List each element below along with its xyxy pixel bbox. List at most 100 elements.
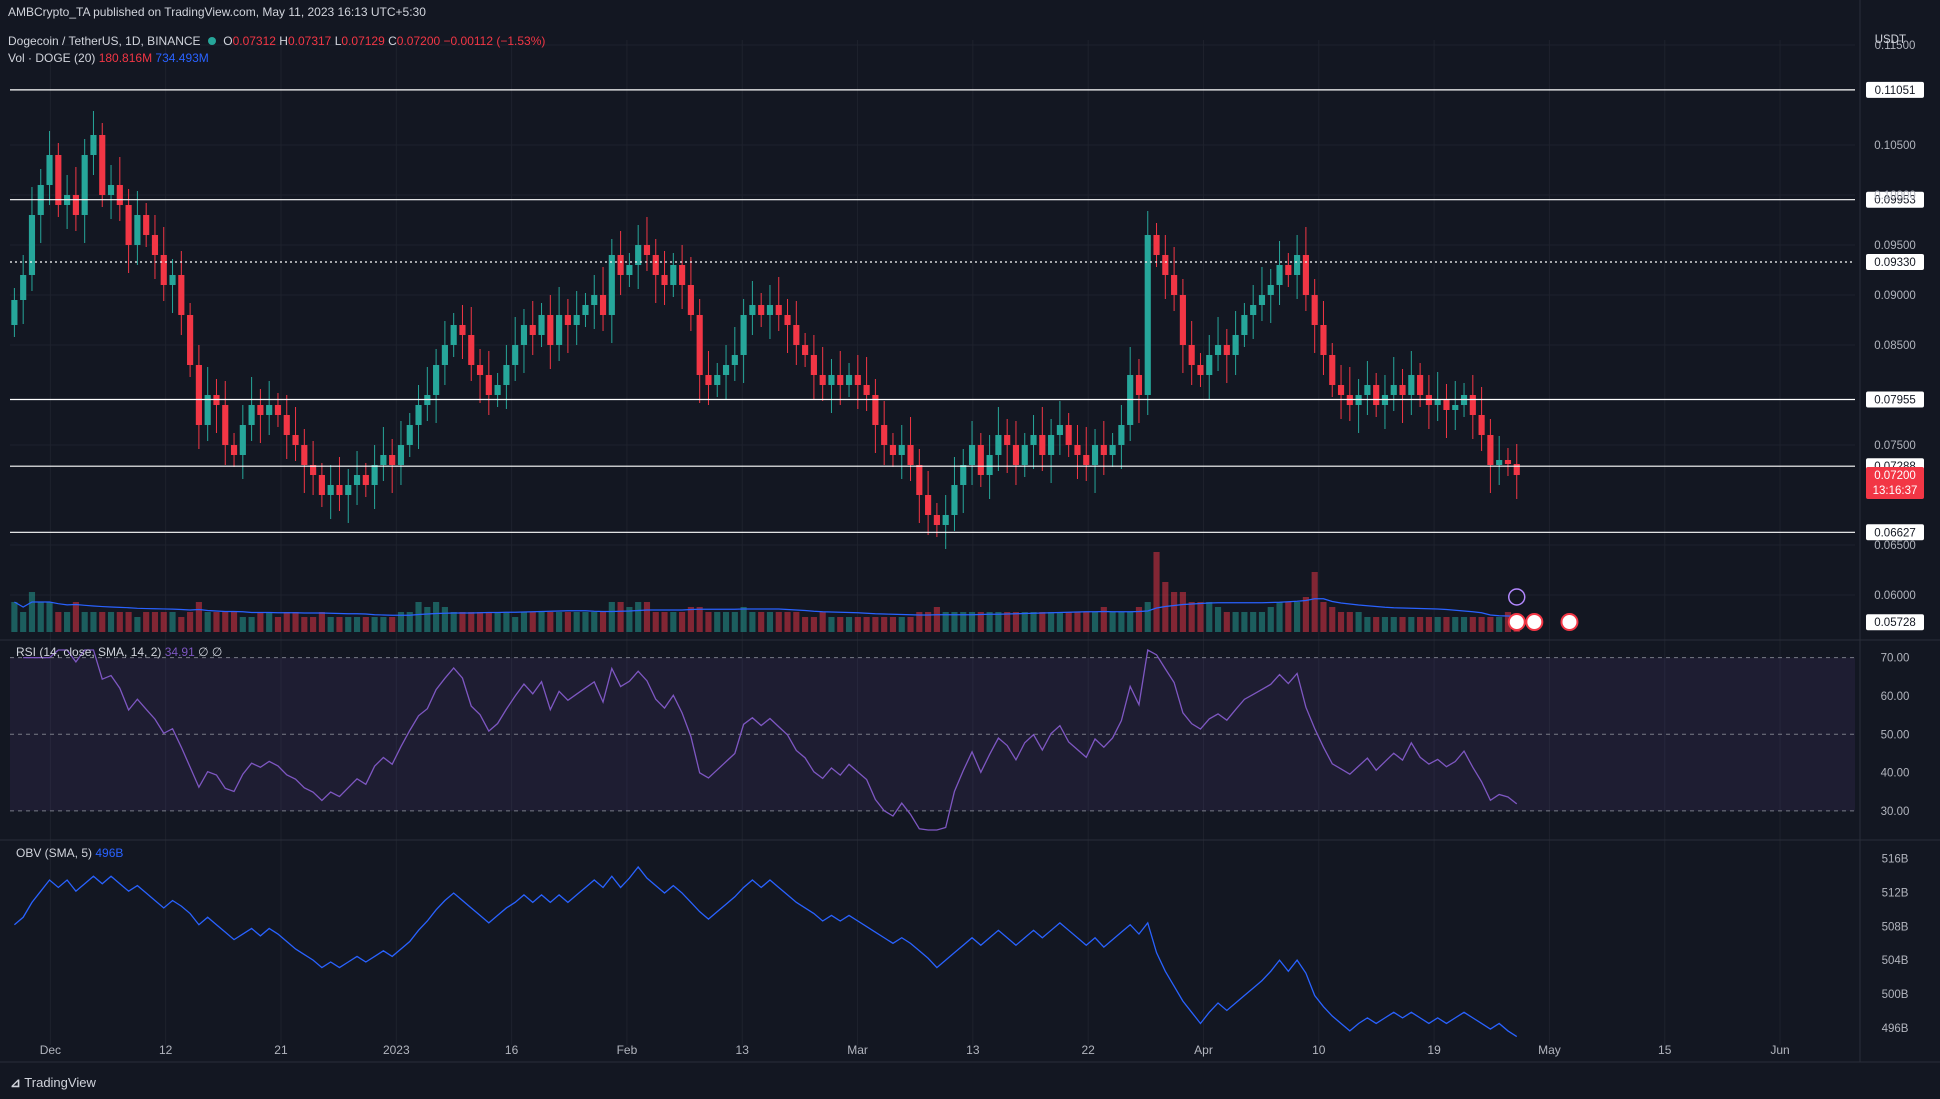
volume-bar	[441, 607, 448, 632]
candle-body	[626, 265, 633, 275]
candle-body	[1197, 365, 1204, 375]
obv-tick-label: 508B	[1882, 921, 1909, 933]
high-value: 0.07317	[287, 34, 332, 48]
volume-bar	[758, 612, 765, 632]
candle-body	[195, 365, 202, 425]
candle-body	[169, 275, 176, 285]
volume-bar	[635, 602, 642, 632]
candle-body	[1302, 255, 1309, 295]
candle-body	[1012, 445, 1020, 465]
symbol-name: Dogecoin / TetherUS, 1D, BINANCE	[8, 34, 201, 48]
volume-bar	[529, 612, 536, 632]
candle-body	[995, 435, 1002, 455]
volume-bar	[353, 617, 361, 632]
candle-body	[380, 455, 387, 465]
volume-bar	[1241, 612, 1248, 632]
candle-body	[107, 185, 115, 195]
volume-bar	[845, 617, 853, 632]
candle-body	[81, 155, 88, 215]
volume-bar	[450, 612, 457, 632]
candle-body	[389, 455, 396, 465]
candle-body	[450, 325, 457, 345]
volume-bar	[810, 617, 817, 632]
volume-bar	[793, 612, 800, 632]
volume-bar	[608, 602, 615, 632]
candle-body	[1311, 295, 1318, 325]
candle-body	[11, 300, 18, 325]
open-label: O	[223, 34, 233, 48]
volume-bar	[424, 607, 431, 632]
time-tick-label: May	[1538, 1043, 1561, 1057]
volume-bar	[274, 617, 282, 632]
volume-bar	[503, 612, 510, 632]
obv-legend[interactable]: OBV (SMA, 5) 496B	[16, 846, 123, 860]
volume-bar	[301, 617, 308, 632]
candle-body	[1294, 255, 1301, 275]
candle-body	[318, 475, 325, 495]
volume-bar	[362, 617, 369, 632]
candle-body	[1206, 355, 1213, 375]
volume-bar	[1012, 612, 1020, 632]
volume-bar	[1443, 617, 1450, 632]
volume-legend[interactable]: Vol · DOGE (20) 180.816M 734.493M	[8, 51, 209, 65]
close-value: 0.07200	[396, 34, 441, 48]
volume-bar	[1276, 602, 1283, 632]
candle-body	[1179, 295, 1186, 345]
volume-ma-value: 734.493M	[155, 51, 209, 65]
candle-body	[802, 345, 809, 355]
volume-bar	[371, 617, 378, 632]
obv-tick-label: 496B	[1882, 1023, 1909, 1035]
candle-body	[889, 445, 897, 455]
volume-bar	[1469, 617, 1476, 632]
candle-body	[520, 325, 528, 345]
candle-body	[661, 275, 668, 285]
volume-bar	[283, 612, 290, 632]
symbol-legend[interactable]: Dogecoin / TetherUS, 1D, BINANCE O 0.0731…	[8, 34, 545, 48]
candle-body	[714, 375, 721, 385]
volume-bar	[1434, 617, 1441, 632]
candle-body	[1074, 445, 1081, 455]
tradingview-logo[interactable]: ⊿ TradingView	[10, 1075, 96, 1091]
volume-bar	[195, 602, 202, 632]
time-tick-label: 21	[274, 1043, 288, 1057]
candle-body	[90, 135, 97, 155]
volume-bar	[775, 612, 782, 632]
chart-background	[0, 0, 1940, 1099]
candle-body	[670, 265, 677, 285]
volume-bar	[1399, 617, 1406, 632]
volume-bar	[1048, 612, 1055, 632]
candle-body	[485, 375, 492, 395]
volume-bar	[46, 602, 53, 632]
candle-body	[933, 515, 940, 525]
volume-bar	[995, 612, 1002, 632]
volume-bar	[1091, 612, 1099, 632]
candle-body	[239, 425, 246, 455]
time-tick-label: 12	[159, 1043, 173, 1057]
candle-body	[907, 445, 914, 465]
volume-bar	[178, 617, 185, 632]
candle-body	[248, 405, 255, 425]
volume-bar	[1285, 602, 1292, 632]
volume-bar	[1153, 552, 1160, 632]
candle-body	[362, 475, 369, 485]
volume-bar	[81, 612, 88, 632]
volume-bar	[143, 612, 150, 632]
time-tick-label: Dec	[40, 1043, 61, 1057]
candle-body	[134, 215, 141, 245]
candle-body	[222, 405, 229, 445]
volume-bar	[327, 617, 334, 632]
volume-bar	[1320, 602, 1327, 632]
candle-body	[28, 215, 36, 275]
level-label: 0.09330	[1874, 257, 1916, 269]
candle-body	[1162, 255, 1169, 275]
rsi-legend[interactable]: RSI (14, close, SMA, 14, 2) 34.91 ∅ ∅	[16, 645, 222, 659]
volume-bar	[731, 612, 738, 632]
time-tick-label: 16	[505, 1043, 519, 1057]
candle-body	[810, 355, 817, 375]
price-chart[interactable]: 0.110510.099530.093300.079550.072880.066…	[0, 0, 1940, 1099]
volume-bar	[72, 602, 79, 632]
volume-bar	[345, 617, 352, 632]
volume-bar	[213, 612, 220, 632]
obv-title: OBV (SMA, 5)	[16, 846, 93, 860]
candle-body	[705, 375, 712, 385]
